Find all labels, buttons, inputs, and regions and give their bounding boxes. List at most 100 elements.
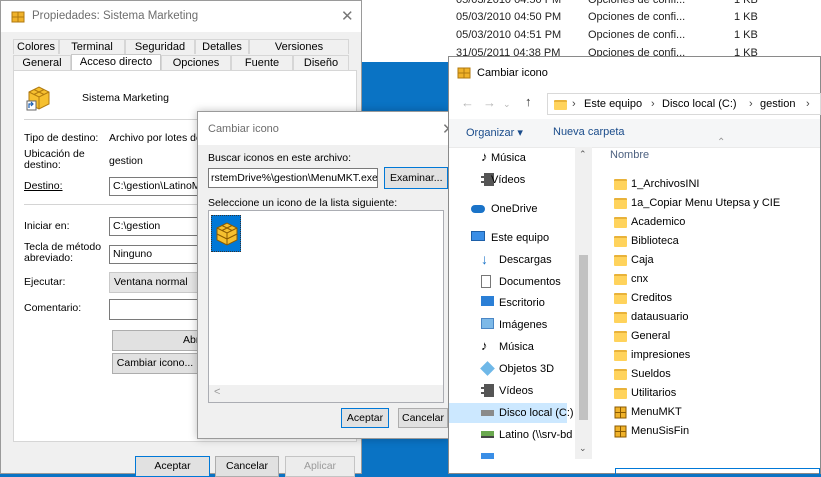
nav-item[interactable]: Escritorio bbox=[457, 293, 575, 313]
title-bar: Cambiar icono ✕ bbox=[198, 112, 455, 145]
select-icon-label: Seleccione un icono de la lista siguient… bbox=[208, 197, 398, 209]
comentario-label: Comentario: bbox=[24, 302, 82, 314]
breadcrumb-item[interactable]: Este equipo bbox=[584, 98, 642, 110]
scroll-up-icon[interactable]: ⌃ bbox=[579, 149, 587, 160]
app-cube-icon bbox=[457, 67, 471, 79]
breadcrumb-item[interactable]: gestion bbox=[760, 98, 795, 110]
examinar-button[interactable]: Examinar... bbox=[384, 167, 448, 189]
icon-file-path-input[interactable]: rstemDrive%\gestion\MenuMKT.exe bbox=[208, 168, 378, 188]
music-icon: ♪ bbox=[481, 338, 488, 353]
ejecutar-label: Ejecutar: bbox=[24, 276, 66, 288]
sort-chevron-icon: ⌃ bbox=[717, 137, 726, 148]
nav-item[interactable]: OneDrive bbox=[457, 199, 575, 219]
up-icon[interactable]: ↑ bbox=[525, 94, 532, 109]
folder-icon bbox=[614, 293, 627, 304]
image-icon bbox=[481, 318, 494, 329]
nav-item[interactable]: ↓ Descargas bbox=[457, 250, 575, 270]
icon-option-selected[interactable] bbox=[211, 215, 241, 252]
tab-versiones-anteriores[interactable]: Versiones anteriores bbox=[249, 39, 349, 68]
tab-fuente[interactable]: Fuente bbox=[231, 55, 293, 70]
background-file-list: 05/03/2010 04:50 PM Opciones de confi...… bbox=[360, 0, 821, 62]
ubicacion-destino-value: gestion bbox=[109, 155, 143, 167]
nueva-carpeta-button[interactable]: Nueva carpeta bbox=[553, 126, 625, 138]
computer-icon bbox=[471, 231, 485, 241]
window-title: Cambiar icono bbox=[477, 67, 548, 79]
nav-item[interactable]: Objetos 3D bbox=[457, 359, 575, 379]
breadcrumb-item[interactable]: Disco local (C:) bbox=[662, 98, 737, 110]
folder-icon bbox=[554, 100, 567, 110]
nav-item[interactable]: Latino (\\srv-bd bbox=[457, 425, 575, 445]
iniciar-en-field[interactable]: C:\gestion bbox=[109, 217, 201, 236]
tab-general[interactable]: General bbox=[13, 55, 71, 70]
forward-icon[interactable]: → bbox=[483, 95, 496, 110]
tab-detalles[interactable]: Detalles bbox=[195, 39, 249, 54]
nav-item[interactable]: ♪ Música bbox=[457, 148, 575, 168]
abrir-ubicacion-button[interactable]: Abrir ubicación bbox=[112, 330, 201, 351]
icon-list[interactable]: < bbox=[208, 210, 444, 403]
drive-icon bbox=[481, 410, 494, 416]
nav-item[interactable]: Vídeos bbox=[457, 381, 575, 401]
folder-icon bbox=[614, 274, 627, 285]
cloud-icon bbox=[471, 205, 485, 213]
shortcut-name: Sistema Marketing bbox=[82, 92, 169, 104]
horizontal-scrollbar[interactable]: < bbox=[209, 385, 443, 402]
shortcut-cube-icon bbox=[26, 86, 50, 111]
folder-icon bbox=[614, 236, 627, 247]
file-picker-window: Cambiar icono ← → ⌄ ↑ › Este equipo › Di… bbox=[448, 56, 821, 475]
column-header-nombre[interactable]: Nombre bbox=[610, 149, 649, 161]
tab-opciones[interactable]: Opciones bbox=[161, 55, 231, 70]
search-label: Buscar iconos en este archivo: bbox=[208, 152, 351, 164]
navigation-pane: ♪ Música Vídeos OneDrive Este equipo ↓ D… bbox=[449, 147, 576, 475]
cube-icon bbox=[216, 222, 238, 246]
folder-icon bbox=[614, 369, 627, 380]
scroll-down-icon[interactable]: ⌄ bbox=[579, 443, 587, 454]
tab-colores[interactable]: Colores bbox=[13, 39, 59, 54]
ejecutar-select[interactable]: Ventana normal bbox=[109, 272, 201, 293]
tab-terminal[interactable]: Terminal bbox=[59, 39, 125, 54]
chevron-right-icon: › bbox=[806, 98, 810, 110]
comentario-field[interactable] bbox=[109, 299, 201, 320]
ubicacion-destino-label: Ubicación de destino: bbox=[24, 148, 85, 171]
nav-item[interactable] bbox=[457, 446, 575, 460]
nav-item-selected[interactable]: Disco local (C:) bbox=[449, 403, 574, 423]
aceptar-button[interactable]: Aceptar bbox=[341, 408, 389, 428]
tab-acceso-directo[interactable]: Acceso directo bbox=[71, 54, 161, 71]
title-bar: Cambiar icono bbox=[449, 57, 820, 89]
dialog-title: Propiedades: Sistema Marketing bbox=[32, 10, 199, 22]
dialog-title: Cambiar icono bbox=[208, 123, 279, 135]
recent-chevron-icon[interactable]: ⌄ bbox=[503, 99, 511, 110]
document-icon bbox=[481, 275, 491, 288]
chevron-right-icon: › bbox=[572, 98, 576, 110]
nav-item[interactable]: Imágenes bbox=[457, 315, 575, 335]
iniciar-en-label: Iniciar en: bbox=[24, 220, 70, 232]
cancelar-button[interactable]: Cancelar bbox=[398, 408, 448, 428]
tecla-metodo-field[interactable]: Ninguno bbox=[109, 245, 201, 264]
folder-icon bbox=[614, 198, 627, 209]
command-bar: Organizar ▾ Nueva carpeta bbox=[449, 119, 820, 148]
video-icon bbox=[481, 384, 494, 397]
tab-diseno[interactable]: Diseño bbox=[293, 55, 349, 70]
address-bar[interactable]: › Este equipo › Disco local (C:) › gesti… bbox=[547, 93, 821, 115]
folder-icon bbox=[614, 331, 627, 342]
nav-scrollbar[interactable]: ⌃ ⌄ bbox=[575, 147, 592, 459]
download-icon: ↓ bbox=[481, 251, 488, 267]
nav-item[interactable]: Este equipo bbox=[457, 228, 575, 248]
organizar-button[interactable]: Organizar ▾ bbox=[466, 126, 523, 139]
back-icon[interactable]: ← bbox=[461, 95, 474, 110]
destino-label: Destino: bbox=[24, 180, 63, 192]
network-icon bbox=[481, 453, 494, 459]
tipo-destino-value: Archivo por lotes de Windows bbox=[109, 132, 201, 144]
folder-icon bbox=[614, 179, 627, 190]
nav-item[interactable]: Documentos bbox=[457, 272, 575, 292]
scroll-left-icon[interactable]: < bbox=[214, 386, 220, 398]
tab-seguridad[interactable]: Seguridad bbox=[125, 39, 195, 54]
nav-item[interactable]: ♪ Música bbox=[457, 337, 575, 357]
change-icon-dialog: Cambiar icono ✕ Buscar iconos en este ar… bbox=[197, 111, 455, 439]
cambiar-icono-button[interactable]: Cambiar icono... bbox=[112, 353, 198, 374]
folder-icon bbox=[614, 312, 627, 323]
scroll-thumb[interactable] bbox=[579, 255, 588, 420]
nav-item[interactable]: Vídeos bbox=[457, 170, 575, 190]
folder-icon bbox=[614, 217, 627, 228]
destino-field[interactable]: C:\gestion\LatinoMKT.bat bbox=[109, 177, 201, 196]
close-icon[interactable]: ✕ bbox=[341, 7, 354, 25]
